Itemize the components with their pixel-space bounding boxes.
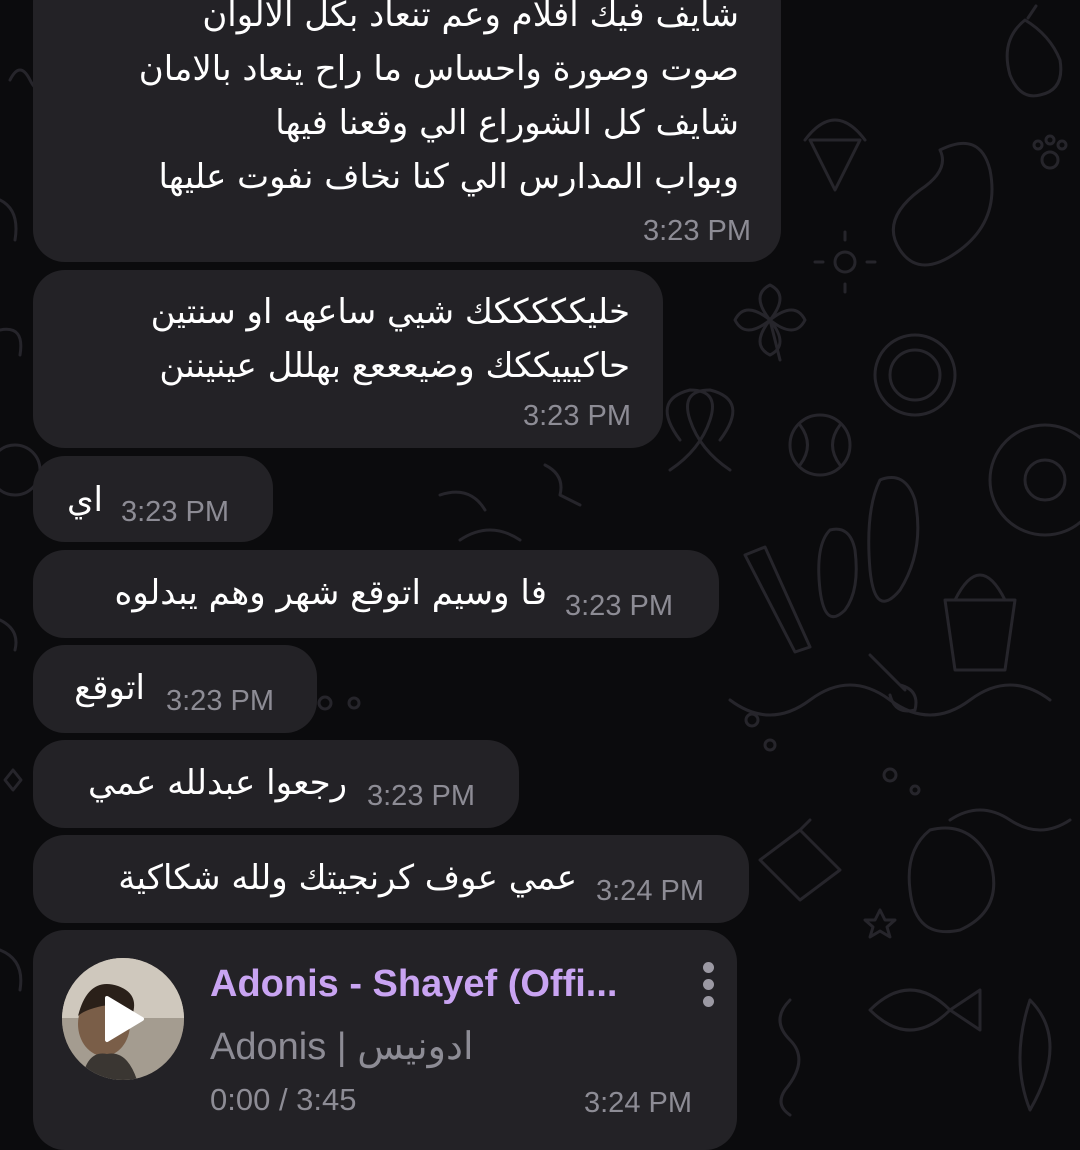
message-timestamp: 3:23 PM (643, 215, 751, 247)
play-icon (105, 996, 144, 1042)
message-list: شايف فيك افلام وعم تنعاد بكل الالوان صوت… (0, 0, 1080, 1150)
message-timestamp: 3:23 PM (121, 496, 229, 528)
message-timestamp: 3:24 PM (596, 875, 704, 907)
message-text: اتوقع (74, 668, 145, 708)
message-bubble[interactable]: اتوقع 3:23 PM (33, 645, 317, 733)
more-vertical-icon[interactable] (697, 962, 719, 1012)
audio-thumbnail[interactable] (62, 958, 184, 1080)
message-text: اي (66, 480, 103, 520)
message-timestamp: 3:24 PM (584, 1087, 692, 1119)
message-timestamp: 3:23 PM (523, 400, 631, 432)
message-text: عمي عوف كرنجيتك ولله شكاكية (118, 858, 577, 898)
audio-progress: 0:00 / 3:45 (210, 1082, 357, 1117)
message-timestamp: 3:23 PM (166, 685, 274, 717)
play-button[interactable] (62, 958, 184, 1080)
message-bubble[interactable]: خليكككككك شيي ساعهه او سنتين حاكيييككك و… (33, 270, 663, 448)
audio-title[interactable]: Adonis - Shayef (Offi... (210, 963, 617, 1006)
message-bubble[interactable]: عمي عوف كرنجيتك ولله شكاكية 3:24 PM (33, 835, 749, 923)
message-text: رجعوا عبدلله عمي (88, 763, 347, 803)
message-text: فا وسيم اتوقع شهر وهم يبدلوه (114, 573, 547, 613)
message-bubble[interactable]: شايف فيك افلام وعم تنعاد بكل الالوان صوت… (33, 0, 781, 262)
message-timestamp: 3:23 PM (367, 780, 475, 812)
message-bubble[interactable]: رجعوا عبدلله عمي 3:23 PM (33, 740, 519, 828)
audio-artist: Adonis | ادونيس (210, 1026, 474, 1068)
message-bubble[interactable]: فا وسيم اتوقع شهر وهم يبدلوه 3:23 PM (33, 550, 719, 638)
message-text: شايف فيك افلام وعم تنعاد بكل الالوان صوت… (138, 0, 739, 197)
message-bubble[interactable]: اي 3:23 PM (33, 456, 273, 542)
message-timestamp: 3:23 PM (565, 590, 673, 622)
message-text: خليكككككك شيي ساعهه او سنتين حاكيييككك و… (150, 292, 630, 386)
